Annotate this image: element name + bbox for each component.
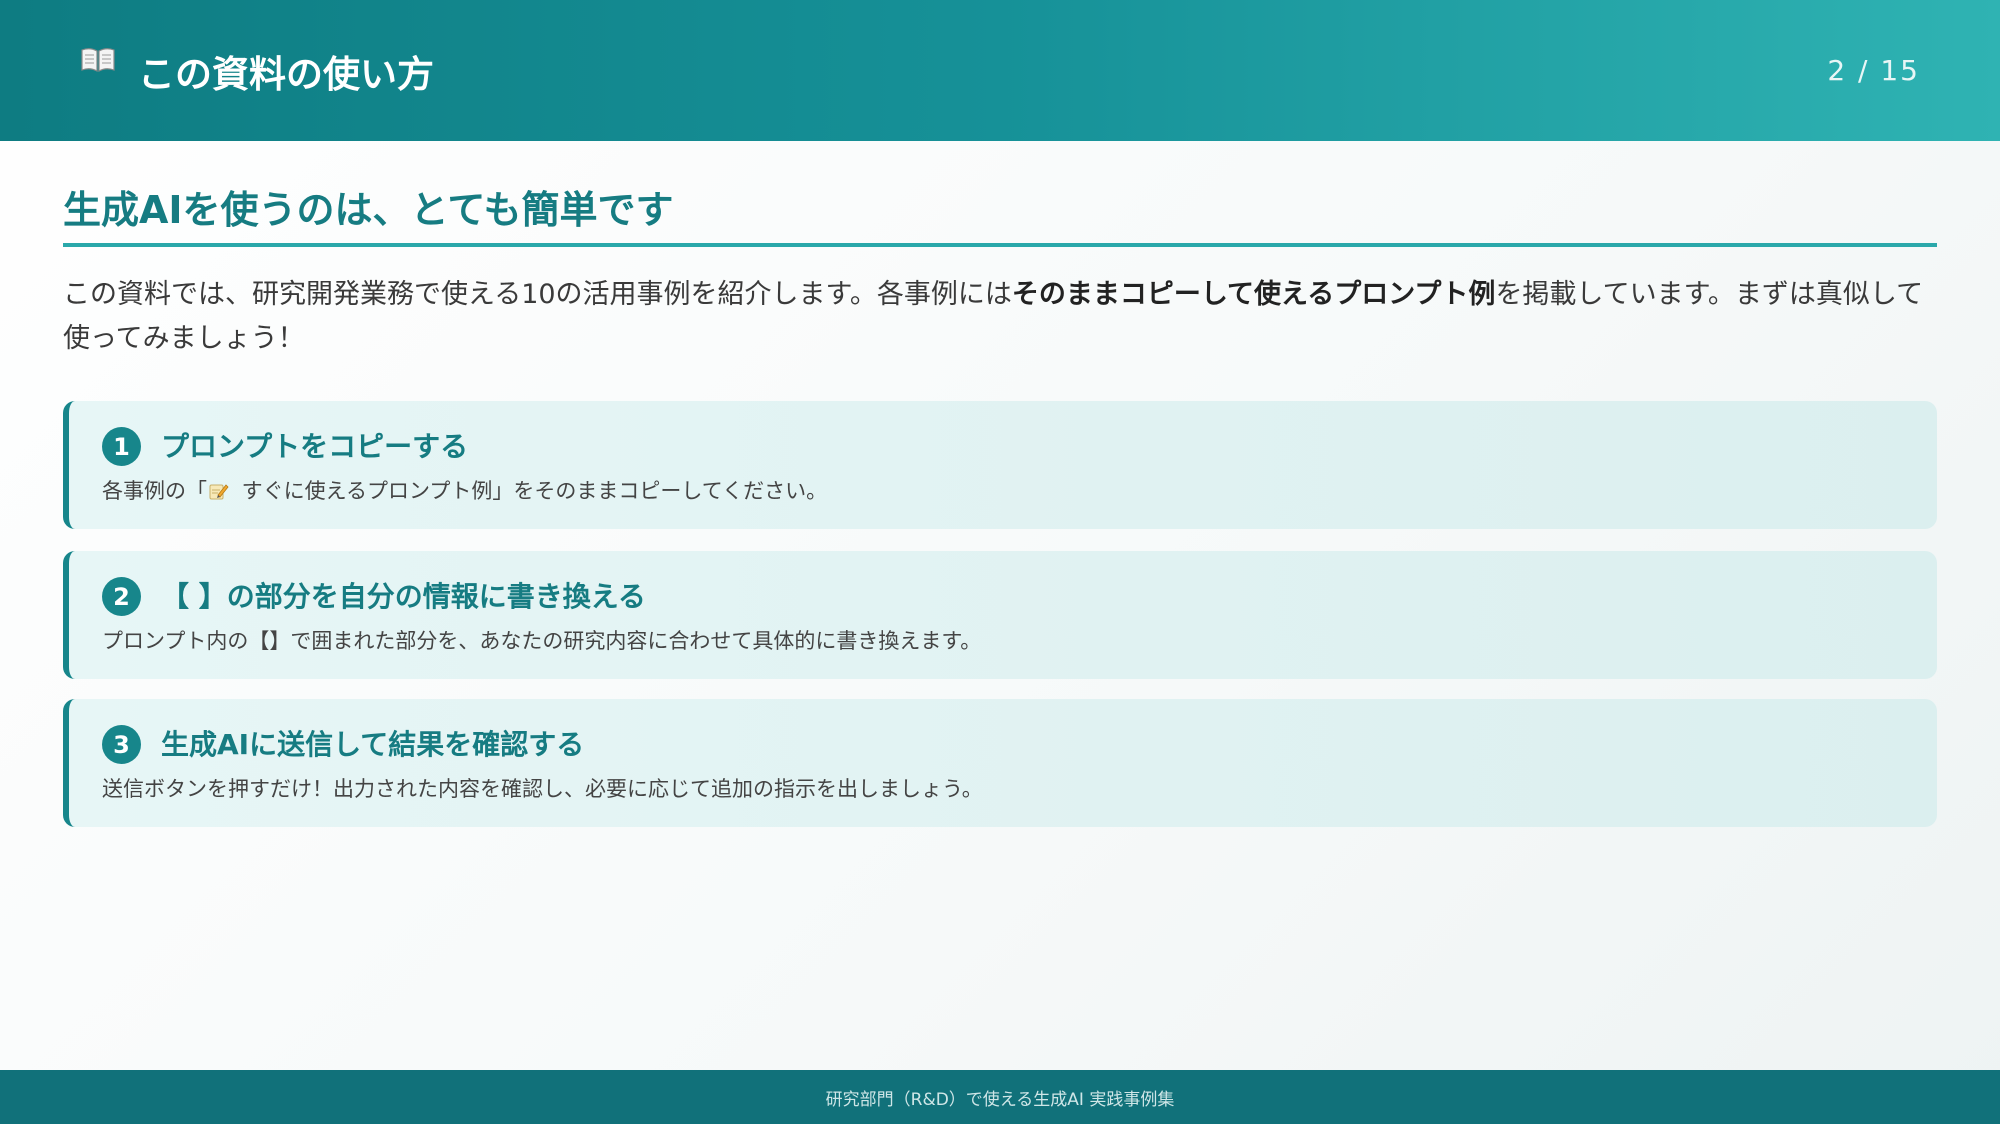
step-number-badge: 2 [102, 577, 141, 616]
intro-emphasis: そのままコピーして使えるプロンプト例 [1011, 279, 1496, 310]
open-book-icon [81, 48, 115, 73]
step-card: 2 【 】の部分を自分の情報に書き換える プロンプト内の【】で囲まれた部分を、あ… [63, 551, 1937, 679]
page-indicator: 2 / 15 [1827, 54, 1920, 87]
footer-text: 研究部門（R&D）で使える生成AI 実践事例集 [825, 1089, 1175, 1110]
step-card: 3 生成AIに送信して結果を確認する 送信ボタンを押すだけ！出力された内容を確認… [63, 699, 1937, 827]
step-title: 生成AIに送信して結果を確認する [161, 728, 585, 761]
step-description-text-end: すぐに使えるプロンプト例」をそのままコピーしてください。 [235, 479, 828, 503]
slide-header: この資料の使い方 2 / 15 [0, 0, 2000, 141]
slide-footer: 研究部門（R&D）で使える生成AI 実践事例集 [0, 1070, 2000, 1124]
step-description: 送信ボタンを押すだけ！出力された内容を確認し、必要に応じて追加の指示を出しましょ… [102, 777, 983, 801]
intro-paragraph: この資料では、研究開発業務で使える10の活用事例を紹介します。各事例にはそのまま… [63, 273, 1937, 361]
pencil-memo-icon [209, 484, 229, 500]
intro-text: この資料では、研究開発業務で使える10の活用事例を紹介します。各事例には [63, 279, 1012, 310]
step-title: 【 】の部分を自分の情報に書き換える [161, 580, 646, 613]
step-description: 各事例の「 すぐに使えるプロンプト例」をそのままコピーしてください。 [102, 475, 827, 505]
steps-list: 1 プロンプトをコピーする 各事例の「 すぐに使えるプロンプト例」をそのままコピ… [63, 401, 1937, 827]
step-card: 1 プロンプトをコピーする 各事例の「 すぐに使えるプロンプト例」をそのままコピ… [63, 401, 1937, 529]
step-number-badge: 1 [102, 427, 141, 466]
step-number-badge: 3 [102, 725, 141, 764]
slide-title: この資料の使い方 [138, 53, 434, 96]
slide-content: 生成AIを使うのは、とても簡単です この資料では、研究開発業務で使える10の活用… [63, 141, 1937, 849]
section-heading: 生成AIを使うのは、とても簡単です [63, 179, 1937, 247]
step-title: プロンプトをコピーする [161, 430, 469, 463]
step-description: プロンプト内の【】で囲まれた部分を、あなたの研究内容に合わせて具体的に書き換えま… [102, 629, 982, 653]
step-description-text: 各事例の「 [102, 479, 207, 503]
